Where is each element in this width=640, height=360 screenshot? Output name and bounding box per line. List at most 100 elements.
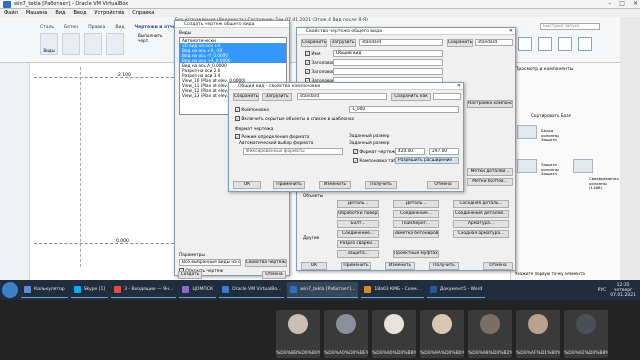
obj-b-part-button[interactable]: Деталь... xyxy=(393,200,439,208)
task-skype[interactable]: Skype [1] xyxy=(70,282,109,298)
obj-c-connections-button[interactable]: Соединения деталей... xyxy=(453,210,509,218)
language-indicator[interactable]: РУС xyxy=(598,288,607,293)
task-kmb[interactable]: 18a03 КМБ - Схем... xyxy=(361,282,424,298)
hidden-objects-checkbox[interactable]: Включить скрытые объекты в список в шабл… xyxy=(235,116,354,122)
obj-c-neighbor-button[interactable]: Соседняя деталь... xyxy=(453,200,509,208)
layout-apply-button[interactable]: Применить xyxy=(273,181,305,189)
ribbon-icon-d[interactable] xyxy=(578,37,592,51)
participant-tile[interactable]: %D0%90%D0%BB%D0%B5... xyxy=(372,310,416,358)
obj-b-pour-button[interactable]: Пойсберег... xyxy=(393,220,439,228)
props-cancel-button[interactable]: Отмена xyxy=(483,262,513,270)
menu-machine[interactable]: Машина xyxy=(26,10,48,16)
layout-load-button[interactable]: Загрузить xyxy=(262,93,292,101)
props-apply-button[interactable]: Применить xyxy=(341,262,371,270)
other-couplers-button[interactable]: Проектные муфтахо... xyxy=(393,250,439,258)
ribbon-tool-3[interactable] xyxy=(84,33,102,55)
menu-input[interactable]: Ввод xyxy=(74,10,87,16)
layout-get-button[interactable]: Получить xyxy=(365,181,397,189)
props-save-button[interactable]: Сохранить xyxy=(301,39,327,47)
obj-part-button[interactable]: Деталь... xyxy=(337,200,379,208)
task-mail[interactable]: 3 - Входящие — Ян... xyxy=(111,282,177,298)
layout-modify-button[interactable]: Изменить xyxy=(319,181,351,189)
tab-steel[interactable]: Сталь xyxy=(40,25,54,30)
height-field[interactable]: 297.00 xyxy=(429,148,459,155)
width-field[interactable]: 420.00 xyxy=(395,148,425,155)
marks-parts-button[interactable]: Метки деталей... xyxy=(467,168,513,176)
obj-weld-button[interactable]: Разрез сварки... xyxy=(337,240,379,248)
other-protection-button[interactable]: Защита... xyxy=(337,250,379,258)
maximize-button[interactable]: □ xyxy=(619,0,625,7)
obj-surface-button[interactable]: Обработки поверхности... xyxy=(337,210,379,218)
layout-cancel-button[interactable]: Отмена xyxy=(427,181,459,189)
participant-tile[interactable]: %D0%AF%D1%80%D0%BE... xyxy=(516,310,560,358)
ribbon-tool-2[interactable] xyxy=(62,33,80,55)
props-load-button[interactable]: Загрузить xyxy=(330,39,356,47)
minimize-button[interactable]: – xyxy=(608,0,611,7)
cancel-button[interactable]: Отмена xyxy=(262,271,286,279)
component-thumb-3[interactable] xyxy=(573,159,593,173)
name-field[interactable]: Общий вид xyxy=(333,50,443,57)
props-save-as-input[interactable]: standard xyxy=(475,39,513,46)
props-ok-button[interactable]: ОК xyxy=(301,262,327,270)
layout-save-as-input[interactable] xyxy=(433,93,461,100)
obj-b-connection-button[interactable]: Соединение... xyxy=(393,210,439,218)
layout-value-field[interactable]: 1_000 xyxy=(349,106,459,113)
obj-c-similar-rebar-button[interactable]: Сходная арматура... xyxy=(453,230,509,238)
tab-concrete[interactable]: Бетон xyxy=(64,25,78,30)
obj-b-note-button[interactable]: Заметка бетонирования... xyxy=(393,230,439,238)
ribbon-icon-c[interactable] xyxy=(558,37,572,51)
task-word[interactable]: Документ5 - Word xyxy=(426,282,486,298)
layout-save-as-button[interactable]: Сохранить как xyxy=(391,93,431,101)
title2-field[interactable] xyxy=(333,68,443,75)
table-layout-select[interactable]: Разрешить расширение xyxy=(395,157,459,164)
props-get-button[interactable]: Получить xyxy=(429,262,459,270)
layout-checkbox[interactable]: Компоновка xyxy=(235,107,269,113)
task-calculator[interactable]: Калькулятор xyxy=(21,282,68,298)
task-tsompsk[interactable]: ЦОМПСК xyxy=(179,282,217,298)
ribbon-icon-a[interactable] xyxy=(518,37,532,51)
quick-launch-input[interactable]: Быстрый запуск xyxy=(540,23,600,30)
component-thumb-1[interactable] xyxy=(517,125,537,139)
layout-standard-select[interactable]: standard xyxy=(297,93,387,100)
menu-devices[interactable]: Устройства xyxy=(94,10,124,16)
menu-help[interactable]: Справка xyxy=(132,10,154,16)
component-thumb-2[interactable] xyxy=(517,159,537,173)
drawing-properties-button[interactable]: Свойства чертежа xyxy=(245,259,287,267)
start-button[interactable] xyxy=(2,282,18,298)
title1-field[interactable] xyxy=(333,59,443,66)
close-icon[interactable]: ✕ xyxy=(457,83,461,89)
tab-edit[interactable]: Правка xyxy=(88,25,105,30)
format-checkbox[interactable]: Формат чертежа xyxy=(353,149,398,155)
props-save-as-button[interactable]: Сохранить как xyxy=(447,39,473,47)
marks-bolts-button[interactable]: Метки болтов... xyxy=(467,178,513,186)
obj-connection-button[interactable]: Соединение... xyxy=(337,230,379,238)
participant-tile[interactable]: %D0%9A%D0%B0%D1%80... xyxy=(420,310,464,358)
params-select[interactable]: Все выбранные виды на один чертеж xyxy=(179,259,241,266)
participant-tile[interactable]: %D0%98%D0%B2%D0%B0... xyxy=(468,310,512,358)
obj-c-rebar-button[interactable]: Арматура... xyxy=(453,220,509,228)
tab-view[interactable]: Вид xyxy=(115,25,124,30)
task-virtualbox[interactable]: Oracle VM VirtualBo... xyxy=(219,282,285,298)
auto-format-checkbox[interactable]: Режим определения формата xyxy=(235,134,309,140)
close-icon[interactable]: ✕ xyxy=(509,28,513,34)
close-button[interactable]: ✕ xyxy=(633,0,638,7)
ribbon-views-button[interactable]: Виды xyxy=(40,33,58,55)
layout-ok-button[interactable]: ОК xyxy=(233,181,261,189)
ribbon-run-label[interactable]: Выполнить черт. xyxy=(138,33,172,43)
task-win7-tekla[interactable]: win7_tekla [Работает]... xyxy=(287,282,359,298)
ribbon-tool-4[interactable] xyxy=(106,33,124,55)
participant-tile[interactable]: %D0%92%D0%B8%D0%BA... xyxy=(564,310,608,358)
create-button-visible[interactable]: Создать xyxy=(178,271,202,279)
props-standard-select[interactable]: standard xyxy=(359,39,443,46)
ribbon-icon-b[interactable] xyxy=(538,37,552,51)
menu-file[interactable]: Файл xyxy=(4,10,18,16)
fixed-format-select[interactable]: Фиксированные форматы xyxy=(243,148,343,155)
layout-settings-button[interactable]: Настройка компоновки... xyxy=(467,100,513,108)
obj-bolt-button[interactable]: Болт... xyxy=(337,220,379,228)
participant-tile[interactable]: %D0%BB%D0%B0%D0%BC... xyxy=(276,310,320,358)
layout-save-button[interactable]: Сохранить xyxy=(233,93,259,101)
clock[interactable]: 12:35 четверг 07.01.2021 xyxy=(610,283,636,298)
props-modify-button[interactable]: Изменить xyxy=(385,262,415,270)
menu-view[interactable]: Вид xyxy=(55,10,65,16)
participant-tile[interactable]: %D0%A0%D0%BE%D0%B... xyxy=(324,310,368,358)
